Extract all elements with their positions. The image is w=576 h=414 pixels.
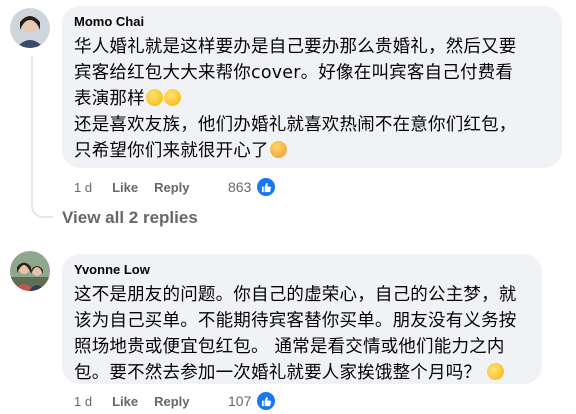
- view-replies-link[interactable]: View all 2 replies: [62, 208, 198, 228]
- like-thumb-icon: [255, 390, 278, 412]
- comment-line: 华人婚礼就是这样要办是自己要办那么贵婚礼，然后又要: [74, 37, 517, 57]
- comment-text: 华人婚礼就是这样要办是自己要办那么贵婚礼，然后又要 宾客给红包大大来帮你cove…: [74, 34, 550, 164]
- comment-bubble: Yvonne Low 这不是朋友的问题。你自己的虚荣心，自己的公主梦，就 该为自…: [62, 254, 542, 384]
- reaction-count-text: 863: [228, 179, 252, 195]
- comment-line: 包。要不然去参加一次婚礼就要人家挨饿整个月吗？: [74, 360, 530, 386]
- rolling-laughing-emoji: [484, 360, 507, 383]
- comment-author[interactable]: Yvonne Low: [74, 262, 530, 278]
- reaction-count-text: 107: [228, 393, 252, 409]
- like-thumb-icon: [255, 176, 278, 198]
- thread-line: [31, 56, 33, 208]
- comment-actions: 1 d Like Reply: [74, 177, 206, 197]
- comment-line: 表演那样: [74, 86, 550, 112]
- comment-line: 照场地贵或便宜包红包。 通常是看交情或他们能力之内: [74, 337, 505, 357]
- thread-connector: [31, 196, 53, 218]
- comment-line: 宾客给红包大大来帮你cover。好像在叫宾客自己付费看: [74, 63, 514, 83]
- comment-actions: 1 d Like Reply: [74, 391, 206, 411]
- reply-button[interactable]: Reply: [154, 180, 189, 195]
- comment-time[interactable]: 1 d: [74, 394, 92, 409]
- like-button[interactable]: Like: [112, 394, 138, 409]
- comment-line: 只希望你们来就很开心了: [74, 138, 550, 164]
- comment-time[interactable]: 1 d: [74, 180, 92, 195]
- reaction-count[interactable]: 863: [228, 176, 278, 198]
- comment-line: 这不是朋友的问题。你自己的虚荣心，自己的公主梦，就: [74, 285, 517, 305]
- comment-line: 该为自己买单。不能期待宾客替你买单。朋友没有义务按: [74, 311, 517, 331]
- grinning-sweat-emoji: [163, 89, 181, 106]
- avatar-yvonne-low[interactable]: [10, 251, 50, 291]
- comment-line-text: 只希望你们来就很开心了: [74, 141, 269, 161]
- comment-line-text: 表演那样: [74, 89, 145, 109]
- comment-author[interactable]: Momo Chai: [74, 14, 550, 30]
- tired-face-emoji: [269, 141, 287, 158]
- comment-text: 这不是朋友的问题。你自己的虚荣心，自己的公主梦，就 该为自己买单。不能期待宾客替…: [74, 282, 530, 386]
- avatar-momo-chai[interactable]: [10, 8, 50, 48]
- comment-line-text: 包。要不然去参加一次婚礼就要人家挨饿整个月吗？: [74, 363, 482, 383]
- reaction-count[interactable]: 107: [228, 390, 278, 412]
- reply-button[interactable]: Reply: [154, 394, 189, 409]
- comment-line: 还是喜欢友族，他们办婚礼就喜欢热闹不在意你们红包，: [74, 115, 517, 135]
- like-button[interactable]: Like: [112, 180, 138, 195]
- grinning-sweat-emoji: [145, 89, 163, 106]
- comment-bubble: Momo Chai 华人婚礼就是这样要办是自己要办那么贵婚礼，然后又要 宾客给红…: [62, 6, 562, 168]
